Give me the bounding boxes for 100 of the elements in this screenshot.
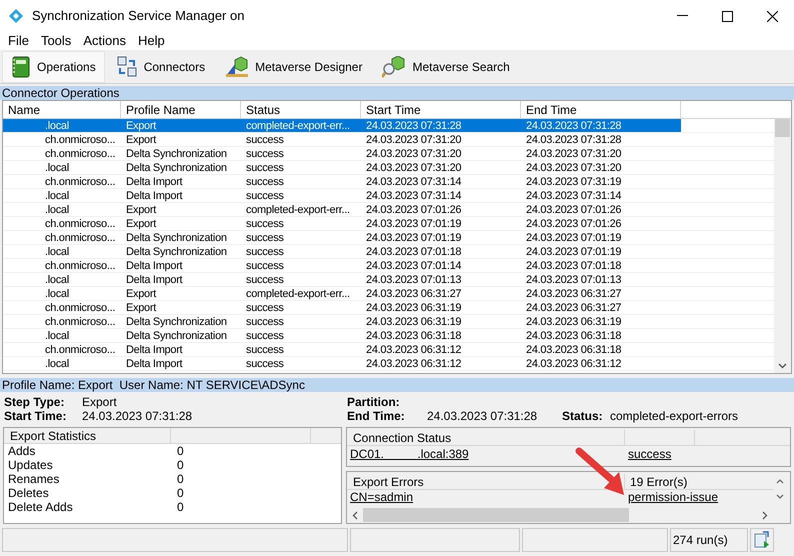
menu-item[interactable]: Tools (34, 31, 78, 51)
table-cell-text: 24.03.2023 07:31:20 (525, 161, 622, 174)
table-cell-text: 24.03.2023 07:31:28 (525, 133, 622, 146)
table-cell-text: ch.onmicroso... (44, 343, 116, 356)
table-cell-text: .local (44, 245, 70, 258)
table-cell-text: completed-export-err... (245, 287, 351, 300)
table-cell-text: success (245, 301, 285, 314)
connectors-icon (116, 56, 138, 78)
run-status-icon[interactable] (754, 531, 770, 549)
table-cell-text: .local (44, 287, 70, 300)
table-cell: 0 (177, 472, 184, 486)
scroll-thumb[interactable] (363, 508, 629, 522)
table-cell-text: ch.onmicroso... (44, 231, 116, 244)
scroll-right-icon[interactable] (762, 510, 768, 520)
link[interactable]: permission-issue (628, 490, 718, 504)
magnifier-cube-icon (382, 56, 406, 78)
toolbar-button[interactable]: Metaverse Search (373, 50, 519, 82)
table-cell-text: success (245, 343, 285, 356)
table-cell: completed-export-err... (241, 119, 361, 132)
table-cell-text: .local (44, 203, 70, 216)
table-cell-text: Export (125, 203, 158, 216)
table-cell-text: 24.03.2023 07:01:26 (525, 217, 622, 230)
field-value: 24.03.2023 07:31:28 (82, 409, 194, 423)
menu-item[interactable]: Help (132, 31, 171, 51)
table-cell-text: 24.03.2023 06:31:19 (525, 315, 622, 328)
column-header: Connection Status (347, 430, 625, 445)
table-cell-text: ch.onmicroso... (44, 133, 116, 146)
table-cell-text: 24.03.2023 07:01:19 (365, 231, 462, 244)
table-cell-text: Delta Import (125, 357, 184, 370)
field-label: Status: (562, 409, 604, 423)
table-cell-text: ch.onmicroso... (44, 315, 116, 328)
table-cell-text: 24.03.2023 07:01:14 (365, 259, 462, 272)
table-cell-text: 24.03.2023 06:31:18 (525, 329, 622, 342)
table-cell-text: 24.03.2023 07:01:13 (365, 273, 462, 286)
table-cell-text: Export (125, 133, 158, 146)
link[interactable]: success (628, 447, 672, 461)
table-cell-text: success (245, 147, 285, 160)
toolbar-button[interactable]: Operations (2, 50, 105, 82)
scroll-left-icon[interactable] (352, 510, 358, 520)
toolbar-button[interactable]: Metaverse Designer (216, 50, 372, 82)
details-header: Profile Name: Export User Name: NT SERVICE\ADSync (0, 378, 794, 392)
table-cell-text: success (245, 133, 285, 146)
maximize-icon[interactable] (722, 10, 733, 22)
table-cell-text: success (245, 231, 285, 244)
table-cell-text: 24.03.2023 07:01:26 (525, 203, 622, 216)
table-cell-text: 24.03.2023 07:31:14 (525, 189, 622, 202)
table-cell-text: 24.03.2023 06:31:19 (365, 301, 462, 314)
table-cell-text: Delta Synchronization (125, 231, 228, 244)
table-cell-text: success (245, 357, 285, 370)
table-cell-text: Delta Synchronization (125, 245, 228, 258)
table-cell-text: success (245, 315, 285, 328)
field-value: Export (82, 395, 118, 409)
table-cell-text: 24.03.2023 06:31:12 (525, 357, 622, 370)
link[interactable]: CN=sadmin (350, 490, 606, 505)
field-label: End Time: (347, 409, 406, 423)
toolbar-button[interactable]: Connectors (106, 50, 214, 82)
table-cell-text: 24.03.2023 07:01:19 (525, 245, 622, 258)
close-icon[interactable] (767, 10, 778, 22)
table-cell: 0 (177, 486, 184, 500)
table-cell-text: 24.03.2023 07:31:20 (365, 133, 462, 146)
table-cell-text: success (245, 189, 285, 202)
link[interactable]: DC01. .local:389 (350, 447, 469, 461)
table-cell: 0 (177, 458, 184, 472)
table-cell-text: Adds (7, 444, 36, 458)
menu-item[interactable]: Actions (77, 31, 132, 51)
table-cell: .local (3, 119, 121, 132)
table-cell-text: success (245, 217, 285, 230)
table-cell: 24.03.2023 07:31:28 (361, 119, 521, 132)
table-cell-text: 24.03.2023 07:31:20 (365, 147, 462, 160)
table-cell-text: 24.03.2023 07:01:19 (365, 217, 462, 230)
table-cell-text: Delta Import (125, 175, 184, 188)
table-cell-text: 24.03.2023 06:31:27 (525, 287, 622, 300)
table-cell-text: Delta Import (125, 189, 184, 202)
window-title: Synchronization Service Manager on (32, 7, 244, 26)
table-cell-text: Delta Synchronization (125, 315, 228, 328)
table-cell-text: Delta Import (125, 259, 184, 272)
table-cell-text: Delta Import (125, 273, 184, 286)
scroll-up-down-icon[interactable] (776, 478, 784, 500)
menu-item[interactable]: File (2, 31, 35, 51)
table-cell-text: success (245, 329, 285, 342)
table-cell-text: ch.onmicroso... (44, 301, 116, 314)
field-label: Start Time: (4, 409, 68, 423)
table-cell-text: Updates (7, 458, 54, 472)
table-cell-text: 24.03.2023 07:31:20 (525, 147, 622, 160)
table-cell-text: Export (125, 217, 158, 230)
minimize-icon[interactable] (677, 15, 688, 17)
table-cell-text: Deletes (7, 486, 50, 500)
table-cell-text: 24.03.2023 06:31:27 (365, 287, 462, 300)
table-cell-text: 24.03.2023 07:01:26 (365, 203, 462, 216)
table-cell-text: 24.03.2023 07:01:18 (525, 259, 622, 272)
table-cell-text: success (245, 273, 285, 286)
table-cell: 0 (177, 444, 184, 458)
table-cell-text: 24.03.2023 07:31:14 (365, 189, 462, 202)
table-cell-text: 24.03.2023 07:31:19 (525, 175, 622, 188)
run-count: 274 run(s) (670, 528, 748, 552)
table-cell-text: ch.onmicroso... (44, 147, 116, 160)
scroll-down-icon[interactable] (778, 363, 787, 369)
vertical-scrollbar[interactable] (774, 119, 791, 373)
scroll-thumb[interactable] (775, 119, 790, 137)
table-cell-text: ch.onmicroso... (44, 175, 116, 188)
